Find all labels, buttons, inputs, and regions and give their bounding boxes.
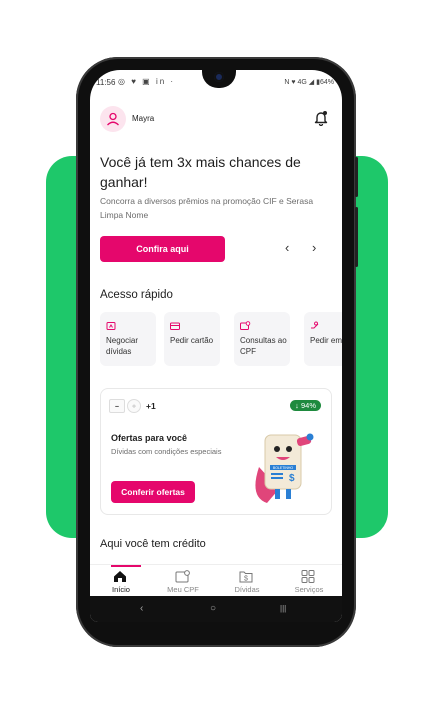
nav-label-servicos: Serviços <box>294 585 324 594</box>
cpf-search-icon <box>240 318 251 336</box>
credit-section-title: Aqui você tem crédito <box>100 538 206 550</box>
quick-label-cpf: Consultas ao CPF <box>240 336 287 356</box>
partner-logo: ◎ <box>127 399 141 413</box>
user-name: Mayra <box>132 114 155 123</box>
quick-label-cartao: Pedir cartão <box>170 336 214 345</box>
offers-title: Ofertas para você <box>111 433 188 443</box>
front-camera-icon <box>214 72 224 82</box>
partner-count: +1 <box>146 401 156 411</box>
nav-item-servicos[interactable]: Serviços <box>284 565 334 597</box>
volume-button <box>355 157 358 197</box>
notification-bell-icon[interactable] <box>314 110 328 131</box>
phone-screen: 11:56 ◎ ♥ ▣ in · N ♥ 4G ◢ ▮64% Mayra Voc… <box>90 70 342 622</box>
boletinho-mascot-icon: BOLETINHO $ <box>255 433 314 503</box>
nav-label-inicio: Início <box>112 585 130 594</box>
partner-logo: ▬ <box>109 399 125 413</box>
svg-text:$: $ <box>289 473 295 484</box>
discount-badge: ↓ 94% <box>290 400 321 411</box>
quick-access-row: Negociar dívidas Pedir cartão Consultas … <box>100 312 342 366</box>
quick-card-cartao[interactable]: Pedir cartão <box>164 312 220 366</box>
carousel-next-icon[interactable]: › <box>312 240 316 255</box>
carousel-prev-icon[interactable]: ‹ <box>285 240 289 255</box>
nav-item-inicio[interactable]: Início <box>96 565 146 597</box>
nav-item-meu-cpf[interactable]: Meu CPF <box>158 565 208 597</box>
avatar[interactable] <box>100 106 126 132</box>
confira-aqui-button[interactable]: Confira aqui <box>100 236 225 262</box>
system-recents-icon[interactable]: ||| <box>280 604 286 613</box>
nav-label-meu-cpf: Meu CPF <box>167 585 199 594</box>
loan-icon <box>310 318 320 336</box>
partner-logos: ▬ ◎ +1 <box>109 399 156 413</box>
system-back-icon[interactable]: ‹ <box>140 603 143 614</box>
quick-card-cpf[interactable]: Consultas ao CPF <box>234 312 290 366</box>
quick-label-emprestimo: Pedir empréstimo <box>310 336 342 345</box>
status-time: 11:56 <box>96 78 116 87</box>
conferir-ofertas-button[interactable]: Conferir ofertas <box>111 481 195 503</box>
mascot-text: BOLETINHO <box>273 466 294 470</box>
active-tab-indicator <box>111 565 141 567</box>
quick-card-emprestimo[interactable]: Pedir empréstimo <box>304 312 342 366</box>
promo-headline: Você já tem 3x mais chances de ganhar! <box>100 154 301 190</box>
quick-access-title: Acesso rápido <box>100 289 173 301</box>
promo-description: Concorra a diversos prêmios na promoção … <box>100 196 314 220</box>
svg-text:$: $ <box>244 576 248 583</box>
system-navigation-bar: ‹ ○ ||| <box>90 596 342 622</box>
quick-label-negociar: Negociar dívidas <box>106 336 139 356</box>
status-right-icons: N ♥ 4G ◢ ▮64% <box>284 79 334 86</box>
power-button <box>355 207 358 267</box>
user-icon <box>107 112 119 126</box>
status-bar: 11:56 ◎ ♥ ▣ in · N ♥ 4G ◢ ▮64% <box>90 70 342 94</box>
bottom-navigation: Início Meu CPF $ Dívidas Serviços <box>90 564 342 597</box>
quick-card-negociar[interactable]: Negociar dívidas <box>100 312 156 366</box>
offers-card: ▬ ◎ +1 ↓ 94% Ofertas para você Dívidas c… <box>100 388 332 515</box>
negotiate-icon <box>106 318 116 336</box>
notification-icons: ◎ ♥ ▣ in · <box>118 77 176 86</box>
system-home-icon[interactable]: ○ <box>210 603 216 614</box>
nav-item-dividas[interactable]: $ Dívidas <box>222 565 272 597</box>
card-icon <box>170 318 180 336</box>
offers-description: Dívidas com condições especiais <box>111 447 222 456</box>
camera-notch <box>202 70 236 88</box>
nav-label-dividas: Dívidas <box>234 585 260 594</box>
